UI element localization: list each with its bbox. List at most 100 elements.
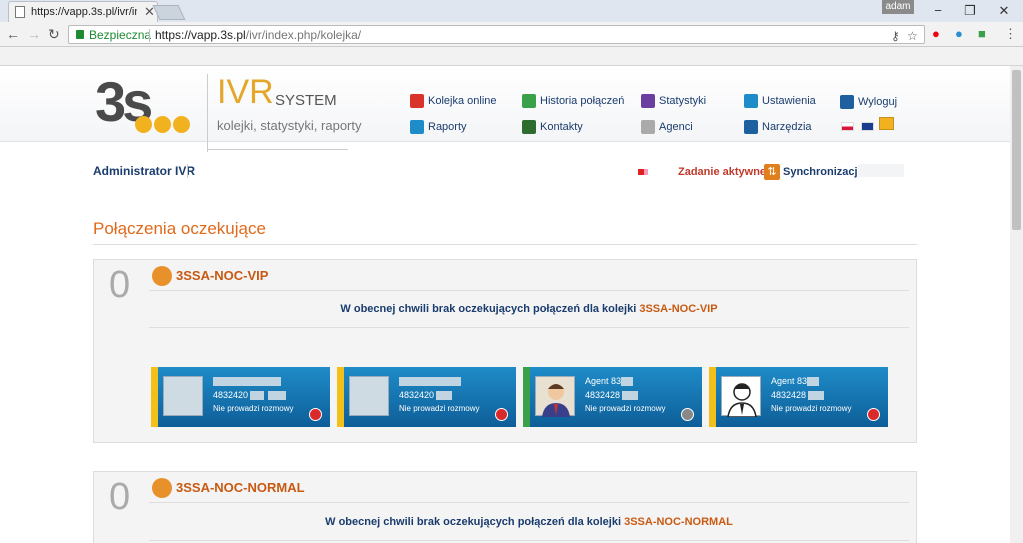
flag-pl-icon[interactable] xyxy=(841,122,854,131)
settings-icon xyxy=(744,94,758,108)
tab-title: https://vapp.3s.pl/ivr/ind xyxy=(31,6,137,18)
logo-dot xyxy=(135,116,152,133)
opera-icon[interactable]: ● xyxy=(932,26,940,41)
menu-wyloguj[interactable]: Wyloguj xyxy=(840,93,897,111)
reload-icon[interactable]: ↻ xyxy=(48,26,60,43)
agent-card[interactable]: 4832420 Nie prowadzi rozmowy xyxy=(337,367,516,427)
agent-status: Nie prowadzi rozmowy xyxy=(399,404,480,413)
agent-state-stripe xyxy=(151,367,158,427)
address-bar[interactable]: Bezpieczna https://vapp.3s.pl/ivr/index.… xyxy=(68,25,925,44)
divider xyxy=(93,244,917,245)
logo-dot xyxy=(173,116,190,133)
divider xyxy=(149,540,909,541)
menu-kolejka-online[interactable]: Kolejka online xyxy=(410,92,497,110)
divider xyxy=(149,327,909,328)
chat-icon[interactable]: ● xyxy=(955,26,963,41)
status-icon[interactable] xyxy=(495,408,508,421)
queue-name[interactable]: 3SSA-NOC-VIP xyxy=(176,268,268,283)
stats-icon xyxy=(641,94,655,108)
agent-state-stripe xyxy=(523,367,530,427)
task-indicator-icon xyxy=(638,169,648,175)
agent-state-stripe xyxy=(337,367,344,427)
extension-icon[interactable]: ■ xyxy=(978,26,986,41)
agent-state-stripe xyxy=(709,367,716,427)
agent-phone: 4832428 xyxy=(585,390,639,401)
divider xyxy=(149,502,909,503)
sync-link[interactable]: Synchronizacja xyxy=(783,166,864,178)
document-icon xyxy=(15,6,25,18)
status-icon[interactable] xyxy=(681,408,694,421)
tagline: kolejki, statystyki, raporty xyxy=(217,118,362,133)
agent-name: Agent 83 xyxy=(585,376,634,387)
page-title: Połączenia oczekujące xyxy=(93,219,266,238)
sync-status-box xyxy=(858,164,904,177)
browser-tab[interactable]: https://vapp.3s.pl/ivr/ind ✕ xyxy=(8,1,158,22)
menu-raporty[interactable]: Raporty xyxy=(410,118,467,136)
agent-status: Nie prowadzi rozmowy xyxy=(771,404,852,413)
product-name: IVR xyxy=(217,73,274,111)
secure-label: Bezpieczna xyxy=(89,28,152,42)
scrollbar-thumb[interactable] xyxy=(1012,70,1021,230)
url-text: https://vapp.3s.pl/ivr/index.php/kolejka… xyxy=(155,28,362,42)
profile-badge[interactable]: adam xyxy=(882,0,914,14)
menu-statystyki[interactable]: Statystyki xyxy=(641,92,706,110)
divider xyxy=(208,149,348,150)
queue-panel: 0 3SSA-NOC-NORMAL W obecnej chwili brak … xyxy=(93,471,917,543)
bookmarks-bar xyxy=(0,47,1023,66)
contacts-icon xyxy=(522,120,536,134)
address-bar-row: ← → ↻ Bezpieczna https://vapp.3s.pl/ivr/… xyxy=(0,22,1023,47)
restore-icon[interactable]: ❐ xyxy=(962,3,978,19)
avatar xyxy=(163,376,203,416)
agent-name xyxy=(399,376,461,387)
logo-dot xyxy=(154,116,171,133)
key-icon[interactable]: ⚷ xyxy=(891,29,900,43)
divider xyxy=(187,164,188,178)
admin-label[interactable]: Administrator IVR xyxy=(93,164,195,178)
agent-phone: 4832428 xyxy=(771,390,825,401)
agents-icon xyxy=(641,120,655,134)
waiting-count: 0 xyxy=(109,264,131,306)
queue-name[interactable]: 3SSA-NOC-NORMAL xyxy=(176,480,305,495)
agent-phone: 4832420 xyxy=(213,390,287,401)
task-status[interactable]: Zadanie aktywne xyxy=(678,166,766,178)
agent-card[interactable]: 4832420 Nie prowadzi rozmowy xyxy=(151,367,330,427)
minimize-icon[interactable]: − xyxy=(930,3,946,18)
logout-icon xyxy=(840,95,854,109)
divider xyxy=(207,74,208,152)
agent-status: Nie prowadzi rozmowy xyxy=(213,404,294,413)
status-icon[interactable] xyxy=(867,408,880,421)
site-header: 3s IVR SYSTEM kolejki, statystyki, rapor… xyxy=(0,66,1010,142)
flag-en-icon[interactable] xyxy=(861,122,874,131)
avatar xyxy=(535,376,575,417)
agent-status: Nie prowadzi rozmowy xyxy=(585,404,666,413)
divider xyxy=(149,29,150,42)
menu-ustawienia[interactable]: Ustawienia xyxy=(744,92,816,110)
forward-icon[interactable]: → xyxy=(27,26,41,42)
sync-icon[interactable]: ⇅ xyxy=(764,164,780,180)
no-calls-message: W obecnej chwili brak oczekujących połąc… xyxy=(340,303,718,315)
avatar xyxy=(721,376,761,418)
agent-card[interactable]: Agent 83 4832428 Nie prowadzi rozmowy xyxy=(709,367,888,427)
queue-icon xyxy=(152,478,172,498)
status-icon[interactable] xyxy=(309,408,322,421)
agent-name: Agent 83 xyxy=(771,376,820,387)
agent-card[interactable]: Agent 83 4832428 Nie prowadzi rozmowy xyxy=(523,367,702,427)
agent-name xyxy=(213,376,281,387)
menu-icon[interactable]: ⋮ xyxy=(1004,26,1017,42)
back-icon[interactable]: ← xyxy=(6,26,20,42)
history-icon xyxy=(522,94,536,108)
queue-icon xyxy=(410,94,424,108)
menu-narzedzia[interactable]: Narzędzia xyxy=(744,118,812,136)
star-icon[interactable]: ☆ xyxy=(907,29,918,43)
menu-historia[interactable]: Historia połączeń xyxy=(522,92,624,110)
tab-strip: https://vapp.3s.pl/ivr/ind ✕ adam − ❐ ✕ xyxy=(0,0,1023,22)
queue-panel: 0 3SSA-NOC-VIP W obecnej chwili brak ocz… xyxy=(93,259,917,443)
reports-icon xyxy=(410,120,424,134)
product-suffix: SYSTEM xyxy=(275,92,337,109)
menu-kontakty[interactable]: Kontakty xyxy=(522,118,583,136)
language-icon[interactable] xyxy=(879,117,894,130)
close-window-icon[interactable]: ✕ xyxy=(996,3,1012,19)
page: 3s IVR SYSTEM kolejki, statystyki, rapor… xyxy=(0,66,1010,543)
avatar xyxy=(349,376,389,416)
menu-agenci[interactable]: Agenci xyxy=(641,118,693,136)
